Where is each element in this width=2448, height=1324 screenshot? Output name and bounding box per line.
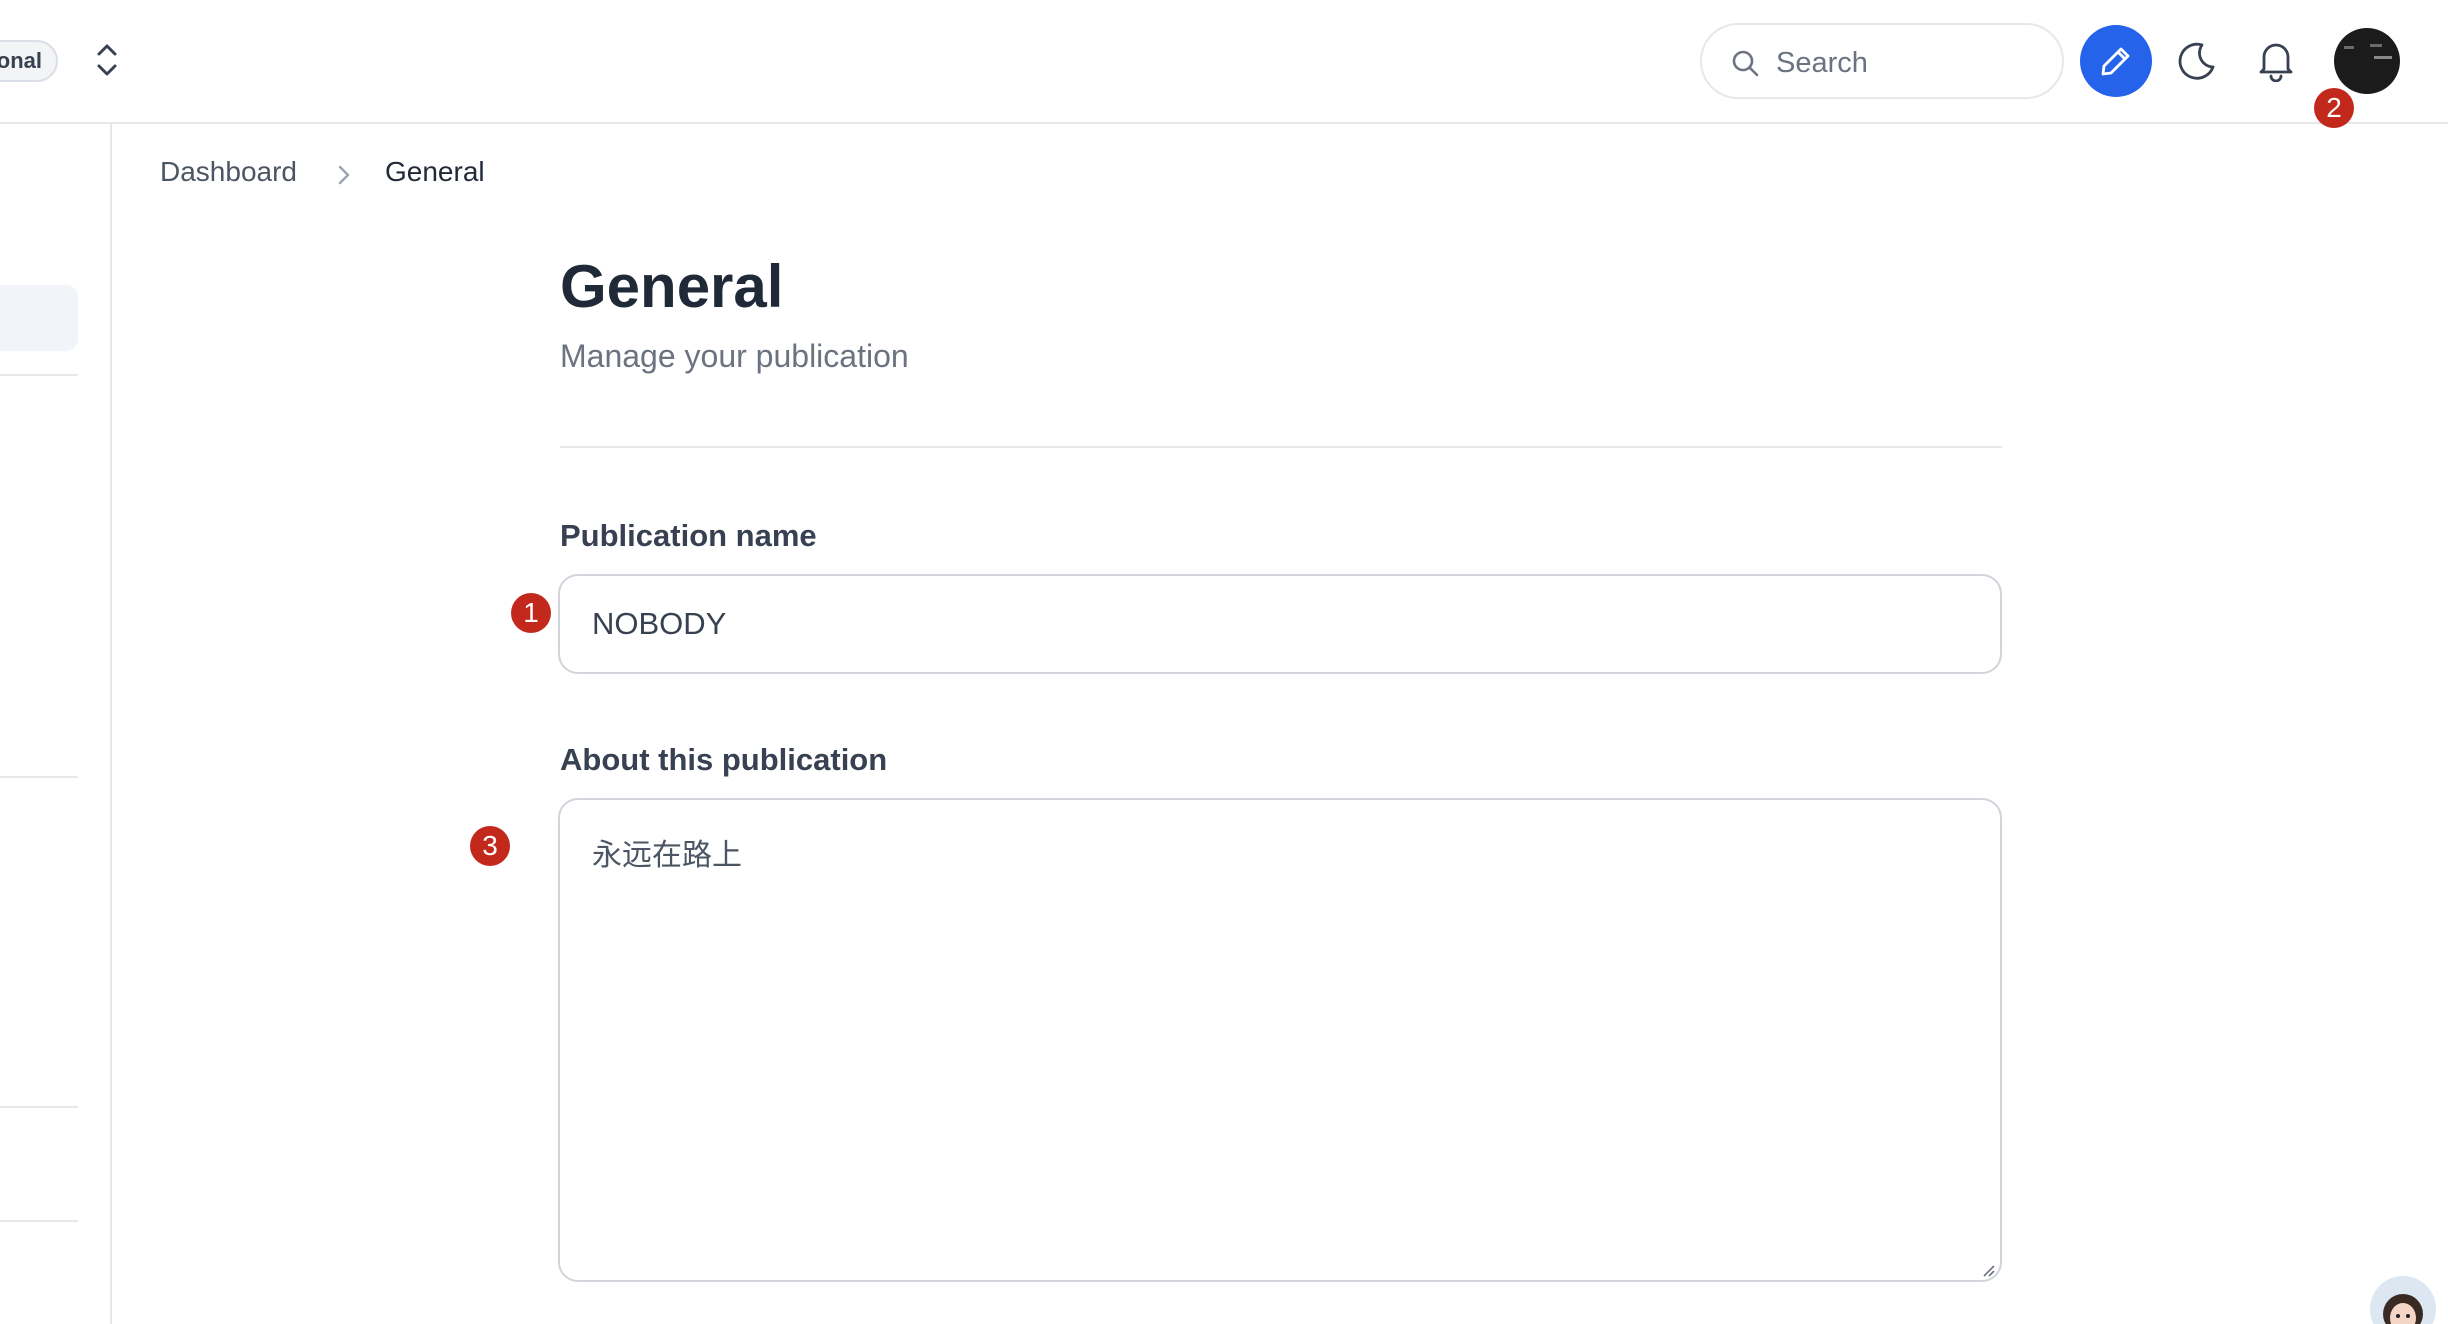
publication-name-input[interactable] (558, 574, 2002, 674)
about-publication-label: About this publication (560, 742, 888, 777)
page-subtitle: Manage your publication (560, 338, 909, 374)
sidebar-divider (0, 1220, 78, 1222)
top-header: onal Search (0, 0, 2448, 124)
breadcrumb-current: General (385, 156, 485, 187)
publication-switcher-label[interactable]: onal (0, 40, 58, 82)
moon-icon[interactable] (2176, 40, 2218, 82)
pencil-icon (2101, 47, 2130, 76)
chevron-up-down-icon[interactable] (90, 38, 124, 82)
support-chat-avatar[interactable] (2370, 1276, 2436, 1324)
chevron-right-icon (336, 162, 352, 194)
search-icon (1732, 50, 1759, 77)
sidebar (0, 124, 112, 1324)
sidebar-divider (0, 1106, 78, 1108)
sidebar-item-general[interactable] (0, 285, 78, 351)
search-placeholder: Search (1776, 47, 1868, 79)
resize-handle-icon[interactable] (1980, 1262, 1996, 1278)
marker-1: 1 (511, 593, 551, 633)
write-button[interactable] (2080, 25, 2152, 97)
bell-icon[interactable] (2256, 38, 2296, 82)
about-publication-textarea[interactable]: 永远在路上 (558, 798, 2002, 1282)
user-avatar[interactable] (2334, 28, 2400, 94)
support-avatar-icon (2383, 1294, 2423, 1324)
publication-name-label: Publication name (560, 518, 817, 553)
marker-2: 2 (2314, 88, 2354, 128)
sidebar-divider (0, 374, 78, 376)
page-title: General (560, 253, 784, 320)
marker-3: 3 (470, 826, 510, 866)
sidebar-divider (0, 776, 78, 778)
section-divider (560, 446, 2002, 448)
search-input[interactable]: Search (1700, 23, 2064, 99)
breadcrumb-dashboard[interactable]: Dashboard (160, 156, 297, 188)
